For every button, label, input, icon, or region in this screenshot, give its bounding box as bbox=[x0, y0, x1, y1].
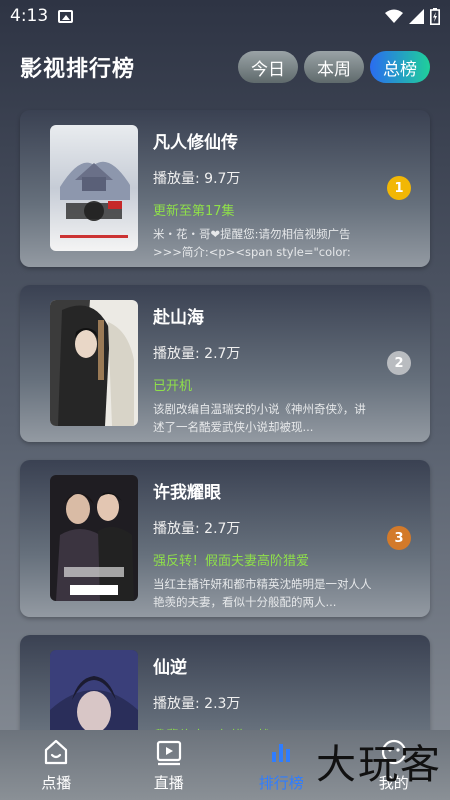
update-status: 更新至第17集 bbox=[153, 204, 235, 219]
poster-image bbox=[50, 475, 138, 601]
status-time: 4:13 bbox=[10, 6, 49, 26]
poster-image bbox=[50, 125, 138, 251]
watermark-logo: 大玩客 bbox=[316, 742, 442, 788]
tab-week[interactable]: 本周 bbox=[304, 51, 364, 83]
update-status: 已开机 bbox=[153, 379, 193, 394]
bar-chart-icon bbox=[272, 744, 291, 762]
item-info: 许我耀眼 播放量: 2.7万 强反转！假面夫妻高阶猎爱 当红主播许妍和都市精英沈… bbox=[153, 478, 373, 611]
wifi-icon bbox=[385, 9, 403, 23]
nav-label: 直播 bbox=[153, 774, 184, 792]
poster-image bbox=[50, 300, 138, 426]
battery-icon bbox=[430, 7, 440, 25]
ranking-card[interactable]: 凡人修仙传 播放量: 9.7万 更新至第17集 米・花・哥❤提醒您:请勿相信视频… bbox=[20, 110, 430, 267]
play-count: 播放量: 2.3万 bbox=[153, 696, 241, 712]
play-count: 播放量: 2.7万 bbox=[153, 521, 241, 537]
rank-badge: 1 bbox=[387, 176, 411, 200]
header: 影视排行榜 今日 本周 总榜 bbox=[0, 40, 450, 94]
play-screen-icon bbox=[156, 740, 181, 766]
item-description: 米・花・哥❤提醒您:请勿相信视频广告>>>简介:<p><span style="… bbox=[153, 227, 351, 259]
ranking-tabs: 今日 本周 总榜 bbox=[238, 51, 430, 83]
item-title: 许我耀眼 bbox=[153, 483, 221, 503]
signal-icon bbox=[409, 8, 424, 24]
nav-item-live[interactable]: 直播 bbox=[113, 730, 226, 800]
ranking-list: 凡人修仙传 播放量: 9.7万 更新至第17集 米・花・哥❤提醒您:请勿相信视频… bbox=[20, 110, 430, 800]
rank-badge: 3 bbox=[387, 526, 411, 550]
image-notification-icon bbox=[58, 9, 74, 23]
play-count: 播放量: 2.7万 bbox=[153, 346, 241, 362]
nav-label: 排行榜 bbox=[258, 774, 304, 792]
item-title: 凡人修仙传 bbox=[153, 133, 238, 153]
play-count: 播放量: 9.7万 bbox=[153, 171, 241, 187]
ranking-card[interactable]: 许我耀眼 播放量: 2.7万 强反转！假面夫妻高阶猎爱 当红主播许妍和都市精英沈… bbox=[20, 460, 430, 617]
item-title: 赴山海 bbox=[153, 308, 204, 328]
ranking-card[interactable]: 赴山海 播放量: 2.7万 已开机 该剧改编自温瑞安的小说《神州奇侠》，讲述了一… bbox=[20, 285, 430, 442]
item-info: 凡人修仙传 播放量: 9.7万 更新至第17集 米・花・哥❤提醒您:请勿相信视频… bbox=[153, 128, 373, 261]
status-bar: 4:13 bbox=[0, 0, 450, 32]
update-status: 强反转！假面夫妻高阶猎爱 bbox=[153, 554, 310, 569]
home-icon bbox=[45, 739, 68, 765]
nav-item-vod[interactable]: 点播 bbox=[0, 730, 113, 800]
rank-badge: 2 bbox=[387, 351, 411, 375]
nav-label: 点播 bbox=[41, 774, 72, 792]
page-title: 影视排行榜 bbox=[20, 57, 136, 82]
item-title: 仙逆 bbox=[153, 658, 187, 678]
item-info: 赴山海 播放量: 2.7万 已开机 该剧改编自温瑞安的小说《神州奇侠》，讲述了一… bbox=[153, 303, 373, 436]
item-description: 当红主播许妍和都市精英沈皓明是一对人人艳羡的夫妻，看似十分般配的两人... bbox=[153, 577, 372, 609]
item-description: 该剧改编自温瑞安的小说《神州奇侠》，讲述了一名酷爱武侠小说却被现... bbox=[153, 402, 366, 434]
tab-all-time[interactable]: 总榜 bbox=[370, 51, 430, 83]
tab-today[interactable]: 今日 bbox=[238, 51, 298, 83]
